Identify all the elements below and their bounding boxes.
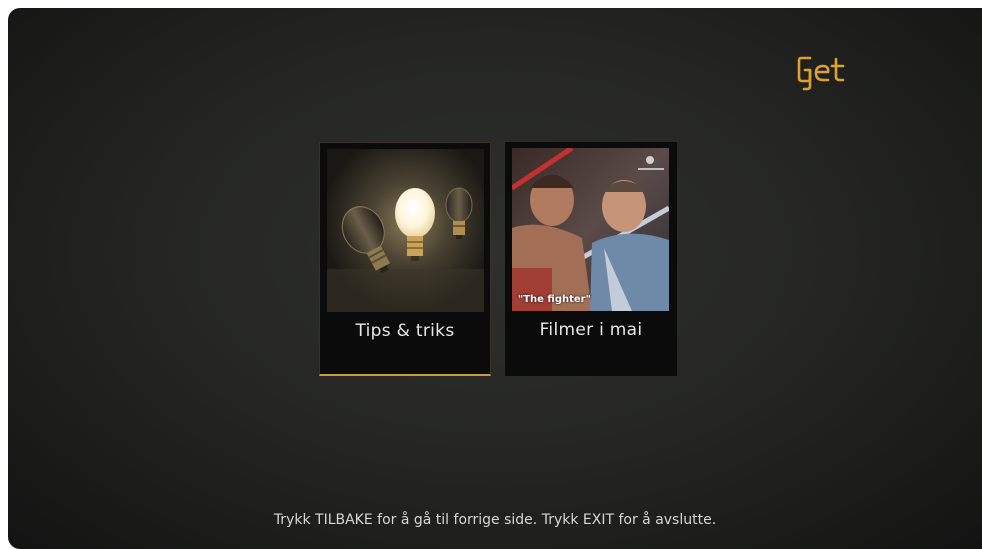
- lightbulbs-image: [327, 149, 484, 312]
- tile-title: Tips & triks: [355, 321, 455, 341]
- tile-title: Filmer i mai: [539, 320, 643, 340]
- menu-tile-tips-triks[interactable]: Tips & triks: [319, 142, 491, 376]
- movie-caption: "The fighter": [518, 294, 591, 305]
- menu-tile-filmer-i-mai[interactable]: "The fighter" Filmer i mai: [505, 142, 677, 376]
- get-logo: [797, 56, 845, 91]
- footer-hint: Trykk TILBAKE for å gå til forrige side.…: [273, 512, 717, 528]
- movie-still-image: "The fighter": [512, 148, 669, 311]
- tv-screen: Tips & triks "The fighter" Filmer i mai …: [8, 8, 982, 549]
